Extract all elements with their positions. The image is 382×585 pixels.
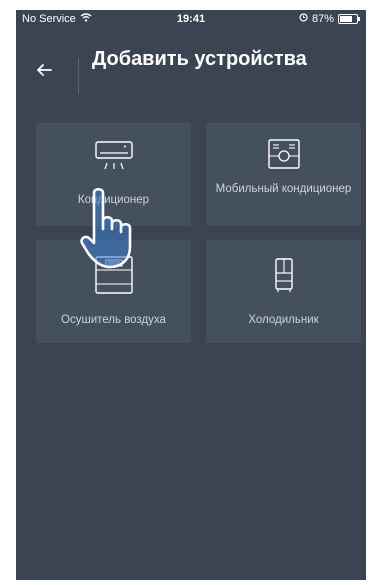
refrigerator-icon [274, 258, 293, 292]
device-tile-refrigerator[interactable]: Холодильник [206, 240, 361, 343]
app-screen: No Service 19:41 87% Добавить устройства… [16, 10, 366, 580]
battery-percent: 87% [311, 13, 334, 25]
device-tile-mobile-air-conditioner[interactable]: Мобильный кондиционер [206, 123, 361, 226]
device-tile-dehumidifier[interactable]: Осушитель воздуха [36, 240, 191, 343]
device-label: Осушитель воздуха [61, 314, 166, 326]
status-right: 87% [299, 13, 360, 25]
device-tile-air-conditioner[interactable]: Кондиционер [36, 123, 191, 226]
air-conditioner-icon [94, 141, 133, 170]
header: Добавить устройства [16, 40, 366, 110]
device-label: Кондиционер [77, 194, 150, 206]
battery-icon [338, 14, 360, 24]
header-divider [78, 58, 79, 94]
dehumidifier-icon [94, 256, 133, 294]
device-label: Холодильник [248, 314, 319, 326]
arrow-left-icon [37, 64, 52, 76]
device-label: Мобильный кондиционер [215, 183, 352, 195]
battery-level [340, 16, 353, 22]
page-title: Добавить устройства [92, 48, 307, 70]
mobile-air-conditioner-icon [267, 139, 300, 169]
status-bar: No Service 19:41 87% [16, 10, 366, 28]
alarm-icon [299, 13, 308, 25]
back-button[interactable] [34, 60, 60, 86]
